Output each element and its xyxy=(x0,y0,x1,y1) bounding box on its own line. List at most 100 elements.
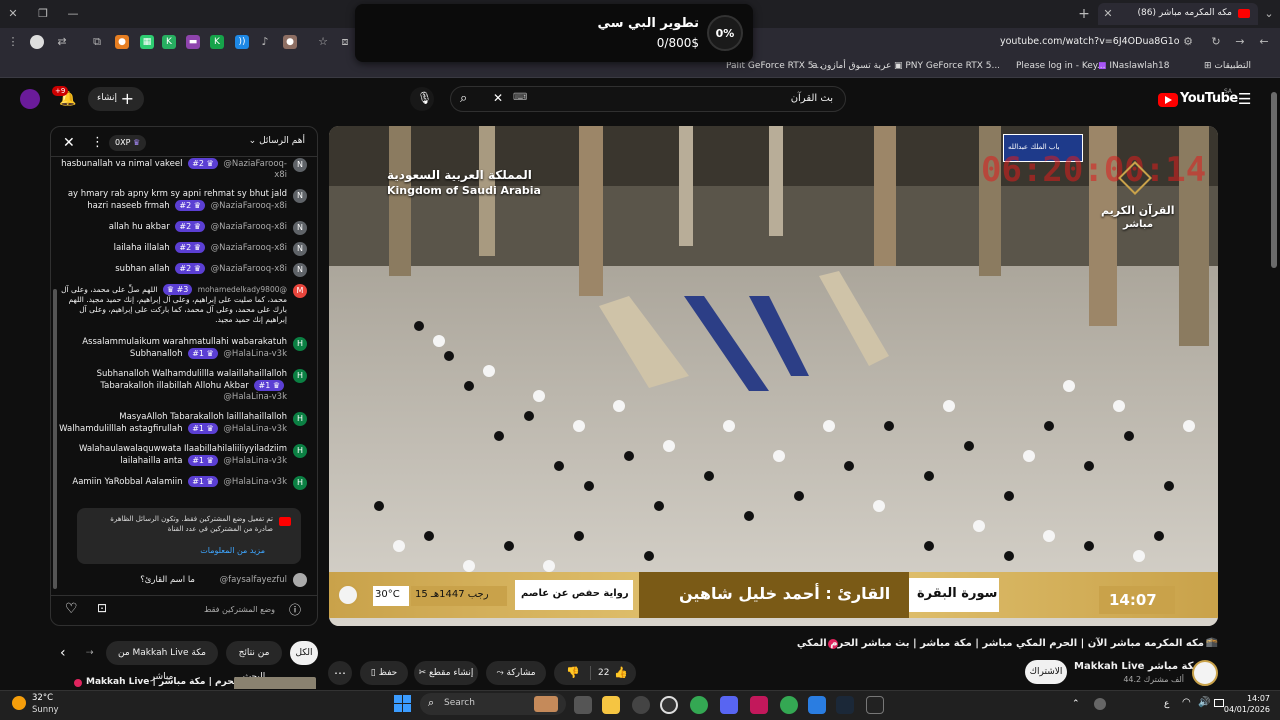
close-chat-icon[interactable]: ✕ xyxy=(63,135,75,151)
chat-author[interactable]: @mohamedelkady9800 xyxy=(198,285,287,294)
chip-from-channel[interactable]: من Makkah Live مكة مباشر xyxy=(106,641,218,682)
wifi-icon[interactable]: ◠ xyxy=(1182,697,1191,708)
bookmark-star-icon[interactable]: ☆ xyxy=(316,35,330,49)
bookmark-2[interactable]: ■ INaslawlah18 xyxy=(1098,61,1170,71)
restore-window-icon[interactable]: ❐ xyxy=(36,7,50,21)
subscribe-button[interactable]: الاشتراك xyxy=(1025,660,1067,684)
voice-search-button[interactable]: 🎙 xyxy=(410,87,434,111)
chat-message[interactable]: M @mohamedelkady9800 #3 ♛ اللهم صلِّ على… xyxy=(57,284,307,325)
youtube-logo[interactable]: YouTube SA xyxy=(1158,88,1238,109)
search-icon[interactable]: ⌕ xyxy=(460,91,467,106)
close-tab-icon[interactable]: ✕ xyxy=(1101,7,1115,21)
hamburger-menu-icon[interactable]: ☰ xyxy=(1238,90,1251,108)
start-button[interactable] xyxy=(394,695,412,713)
url-text[interactable]: youtube.com/watch?v=6J4ODua8G1o xyxy=(1000,36,1180,47)
more-actions-button[interactable]: ⋯ xyxy=(328,661,352,685)
chat-message[interactable]: H MasyaAlloh Tabarakalloh lailllahaillal… xyxy=(57,412,307,435)
chrome-icon[interactable] xyxy=(690,696,708,714)
bookmark-5[interactable]: a عربة تسوق أمازون xyxy=(812,61,891,71)
install-app-icon[interactable]: ⧈ xyxy=(338,35,352,49)
reload-icon[interactable]: ↻ xyxy=(1209,35,1223,49)
tab-active[interactable]: ✕ مكه المكرمه مباشر (86) xyxy=(1098,3,1258,25)
file-explorer-icon[interactable] xyxy=(602,696,620,714)
profile-avatar[interactable] xyxy=(20,89,40,109)
recommended-item[interactable]: Makkah Live | الحرم | مكة مباشر xyxy=(70,677,318,689)
clear-search-icon[interactable]: ✕ xyxy=(493,91,503,105)
chat-author[interactable]: @HalaLina-v3k xyxy=(223,349,287,359)
close-window-icon[interactable]: ✕ xyxy=(6,7,20,21)
chat-author[interactable]: @HalaLina-v3k xyxy=(223,456,287,466)
create-button[interactable]: إنشاء + xyxy=(88,87,144,111)
steam-icon[interactable] xyxy=(836,696,854,714)
extension-3-icon[interactable]: K xyxy=(162,35,176,49)
chat-author[interactable]: @faysalfayezful xyxy=(220,575,287,585)
extension-4-icon[interactable]: ▬ xyxy=(186,35,200,49)
chips-prev-icon[interactable]: ‹ xyxy=(60,645,66,661)
save-button[interactable]: ▯ حفظ xyxy=(360,661,408,685)
tray-chevron-icon[interactable]: ⌃ xyxy=(1072,699,1080,709)
app-icon-3[interactable] xyxy=(750,696,768,714)
heart-icon[interactable]: ♡ xyxy=(65,601,78,617)
new-tab-icon[interactable]: + xyxy=(1077,7,1091,21)
super-chat-icon[interactable]: ⊡ xyxy=(97,601,107,615)
bookmark-4[interactable]: ▣ PNY GeForce RTX 5... xyxy=(894,61,1000,71)
tab-list-icon[interactable]: ⌄ xyxy=(1262,7,1276,21)
chat-message[interactable]: H Assalammulaikum warahmatullahi wabarak… xyxy=(57,337,307,360)
video-player[interactable]: المملكة العربية السعودية Kingdom of Saud… xyxy=(329,126,1218,626)
page-scrollbar[interactable] xyxy=(1271,92,1277,268)
chat-message[interactable]: N allah hu akbar #2 ♛ @NaziaFarooq-x8i xyxy=(57,221,307,235)
chat-message[interactable]: @faysalfayezful ما اسم القارئ؟ xyxy=(67,573,307,587)
chrome-icon-2[interactable] xyxy=(780,696,798,714)
chat-author[interactable]: @NaziaFarooq-x8i xyxy=(211,243,287,253)
search-input[interactable]: بث القرآن xyxy=(791,93,833,104)
learn-more-link[interactable]: مزيد من المعلومات xyxy=(200,546,265,555)
info-icon[interactable]: ⓘ xyxy=(289,601,301,618)
bookmark-6[interactable]: Palit GeForce RTX 5... xyxy=(726,61,822,71)
chat-scrollbar[interactable] xyxy=(53,289,57,589)
chat-author[interactable]: @NaziaFarooq-x8i xyxy=(223,159,287,180)
extension-2-icon[interactable]: ▦ xyxy=(140,35,154,49)
epic-games-icon[interactable] xyxy=(866,696,884,714)
discord-icon[interactable] xyxy=(720,696,738,714)
extension-8-icon[interactable]: ● xyxy=(283,35,297,49)
search-box[interactable]: ⌕ ✕ ⌨ بث القرآن xyxy=(450,86,846,112)
extension-1-icon[interactable]: ● xyxy=(115,35,129,49)
xp-badge[interactable]: 0XP ♛ xyxy=(109,135,147,151)
bookmark-apps[interactable]: ⊞ التطبيقات xyxy=(1204,61,1251,71)
chat-message[interactable]: N lailaha illalah #2 ♛ @NaziaFarooq-x8i xyxy=(57,242,307,256)
chat-mode-dropdown[interactable]: ⌄ أهم الرسائل xyxy=(249,136,305,146)
channel-avatar[interactable] xyxy=(1192,660,1218,686)
chat-author[interactable]: @HalaLina-v3k xyxy=(223,392,287,402)
weather-widget[interactable]: 32°C Sunny xyxy=(10,692,80,718)
chip-all[interactable]: الكل xyxy=(290,641,318,665)
volume-icon[interactable]: 🔊 xyxy=(1198,697,1210,708)
chat-message[interactable]: N hasbunallah va nimal vakeel #2 ♛ @Nazi… xyxy=(57,158,307,181)
channel-name[interactable]: Makkah Live مكة مباشر xyxy=(1074,661,1200,672)
chat-author[interactable]: @NaziaFarooq-x8i xyxy=(211,264,287,274)
chat-more-icon[interactable]: ⋮ xyxy=(91,135,104,150)
task-view-icon[interactable] xyxy=(574,696,592,714)
clip-button[interactable]: ✂ إنشاء مقطع xyxy=(414,661,478,685)
bookmark-3[interactable]: Please log in - Key... xyxy=(1016,61,1105,71)
chat-message[interactable]: N subhan allah #2 ♛ @NaziaFarooq-x8i xyxy=(57,263,307,277)
kick-extension-icon[interactable]: K xyxy=(210,35,224,49)
taskbar-search[interactable]: ⌕ Search xyxy=(420,693,566,715)
chat-message[interactable]: N ay hmary rab apny krm sy apni rehmat s… xyxy=(57,189,307,212)
menu-icon[interactable]: ⋮ xyxy=(6,35,20,49)
minimize-window-icon[interactable]: — xyxy=(66,7,80,21)
sidebar-icon[interactable]: ⇄ xyxy=(55,35,69,49)
chip-search-results[interactable]: من نتائج البحث xyxy=(226,641,282,682)
chat-author[interactable]: @NaziaFarooq-x8i xyxy=(211,222,287,232)
extension-6-icon[interactable]: )) xyxy=(235,35,249,49)
app-icon-1[interactable] xyxy=(632,696,650,714)
clock-time[interactable]: 14:07 xyxy=(1226,694,1270,703)
speaker-icon[interactable]: ♪ xyxy=(258,35,272,49)
keyboard-icon[interactable]: ⌨ xyxy=(513,92,527,103)
language-indicator[interactable]: ع xyxy=(1164,699,1169,709)
back-icon[interactable]: ← xyxy=(1257,35,1271,49)
dislike-icon[interactable]: 👎 xyxy=(566,661,580,685)
app-icon-2[interactable] xyxy=(660,696,678,714)
chat-message[interactable]: H Walahaulawalaquwwata Ilaabillahilaliil… xyxy=(57,444,307,467)
chat-author[interactable]: @HalaLina-v3k xyxy=(223,477,287,487)
notifications-button[interactable]: 🔔 +9 xyxy=(52,86,78,110)
